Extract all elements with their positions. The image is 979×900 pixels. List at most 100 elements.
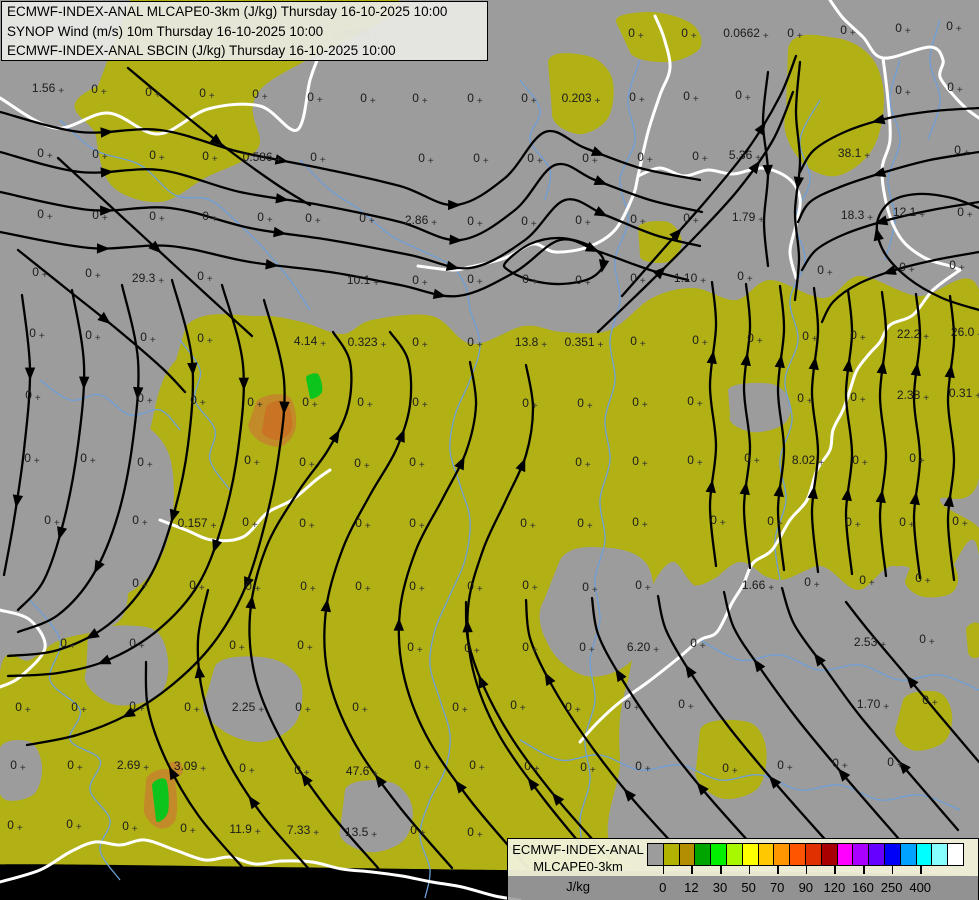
station-value: 0 + [355, 579, 371, 595]
legend-tick-label: 12 [684, 880, 699, 895]
station-cross-icon: + [637, 31, 644, 42]
station-value: 0 + [692, 149, 708, 165]
station-cross-icon: + [261, 92, 268, 103]
station-cross-icon: + [69, 641, 76, 652]
station-cross-icon: + [594, 96, 601, 107]
legend-color-swatch [931, 843, 949, 866]
station-value: 0 + [355, 516, 371, 532]
station-cross-icon: + [924, 576, 931, 587]
station-value: 0 + [521, 214, 537, 230]
station-cross-icon: + [731, 766, 738, 777]
station-value: 0 + [624, 698, 640, 714]
station-value: 0 + [137, 391, 153, 407]
station-cross-icon: + [80, 705, 87, 716]
station-cross-icon: + [696, 458, 703, 469]
station-value: 0 + [895, 21, 911, 37]
legend-tick [748, 866, 751, 874]
station-cross-icon: + [368, 216, 375, 227]
legend-color-swatch [694, 843, 712, 866]
station-cross-icon: + [34, 393, 41, 404]
station-value: 0 + [473, 151, 489, 167]
station-value: 0 + [10, 758, 26, 774]
station-cross-icon: + [418, 460, 425, 471]
station-cross-icon: + [692, 216, 699, 227]
station-value: 0 + [628, 26, 644, 42]
station-value: 0 + [630, 212, 646, 228]
station-value: 0 + [129, 636, 145, 652]
station-cross-icon: + [138, 641, 145, 652]
station-value: 0 + [817, 263, 833, 279]
station-cross-icon: + [923, 393, 930, 404]
station-cross-icon: + [908, 520, 915, 531]
station-cross-icon: + [146, 396, 153, 407]
legend-color-swatch [741, 843, 759, 866]
station-value: 0 + [577, 516, 593, 532]
station-value: 0 + [722, 761, 738, 777]
station-cross-icon: + [361, 705, 368, 716]
station-value: 0.586 + [242, 150, 282, 166]
station-value: 0 + [242, 515, 258, 531]
station-value: 0 + [744, 451, 760, 467]
station-cross-icon: + [639, 276, 646, 287]
station-cross-icon: + [19, 763, 26, 774]
station-cross-icon: + [975, 391, 979, 402]
station-cross-icon: + [476, 830, 483, 841]
station-cross-icon: + [199, 398, 206, 409]
station-cross-icon: + [923, 332, 930, 343]
station-value: 0 + [804, 575, 820, 591]
legend-color-swatch [836, 843, 854, 866]
station-value: 0 + [310, 150, 326, 166]
station-cross-icon: + [687, 702, 694, 713]
station-cross-icon: + [533, 764, 540, 775]
station-cross-icon: + [813, 580, 820, 591]
station-cross-icon: + [206, 274, 213, 285]
station-value: 0 + [895, 83, 911, 99]
legend-tick-label: 50 [741, 880, 756, 895]
station-cross-icon: + [364, 584, 371, 595]
station-value: 0 + [190, 393, 206, 409]
station-value: 0.31 + [949, 384, 979, 402]
station-cross-icon: + [841, 761, 848, 772]
station-value: 0 + [947, 80, 963, 96]
legend-color-swatch [883, 843, 901, 866]
station-value: 0 + [467, 91, 483, 107]
station-value: 0 + [257, 210, 273, 226]
station-cross-icon: + [696, 399, 703, 410]
station-cross-icon: + [308, 521, 315, 532]
station-cross-icon: + [211, 214, 218, 225]
station-cross-icon: + [200, 764, 207, 775]
station-value: 0 + [467, 335, 483, 351]
station-value: 0 + [520, 516, 536, 532]
station-value: 0 + [899, 515, 915, 531]
station-value: 18.3 + [840, 208, 874, 224]
station-cross-icon: + [918, 456, 925, 467]
station-value: 0 + [305, 211, 321, 227]
station-value: 0 + [91, 82, 107, 98]
station-value: 0 + [577, 396, 593, 412]
station-cross-icon: + [811, 334, 818, 345]
station-cross-icon: + [158, 276, 165, 287]
station-cross-icon: + [531, 277, 538, 288]
station-cross-icon: + [586, 401, 593, 412]
station-cross-icon: + [644, 764, 651, 775]
station-value: 1.66 + [741, 578, 775, 594]
legend-tick-label: 30 [712, 880, 728, 895]
station-cross-icon: + [531, 401, 538, 412]
station-value: 0 + [582, 580, 598, 596]
station-cross-icon: + [701, 154, 708, 165]
station-cross-icon: + [768, 583, 775, 594]
legend-top-row: ECMWF-INDEX-ANAL MLCAPE0-3km [508, 839, 978, 876]
station-value: 13.8 + [514, 335, 548, 351]
station-value: 0 + [467, 272, 483, 288]
station-cross-icon: + [421, 96, 428, 107]
station-value: 0 + [787, 26, 803, 42]
station-cross-icon: + [418, 584, 425, 595]
station-value: 0 + [632, 454, 648, 470]
station-cross-icon: + [864, 151, 871, 162]
station-cross-icon: + [638, 95, 645, 106]
station-cross-icon: + [482, 156, 489, 167]
legend-tick-label: 70 [769, 880, 785, 895]
station-cross-icon: + [371, 830, 378, 841]
station-cross-icon: + [476, 96, 483, 107]
station-value: 7.33 + [286, 823, 320, 839]
